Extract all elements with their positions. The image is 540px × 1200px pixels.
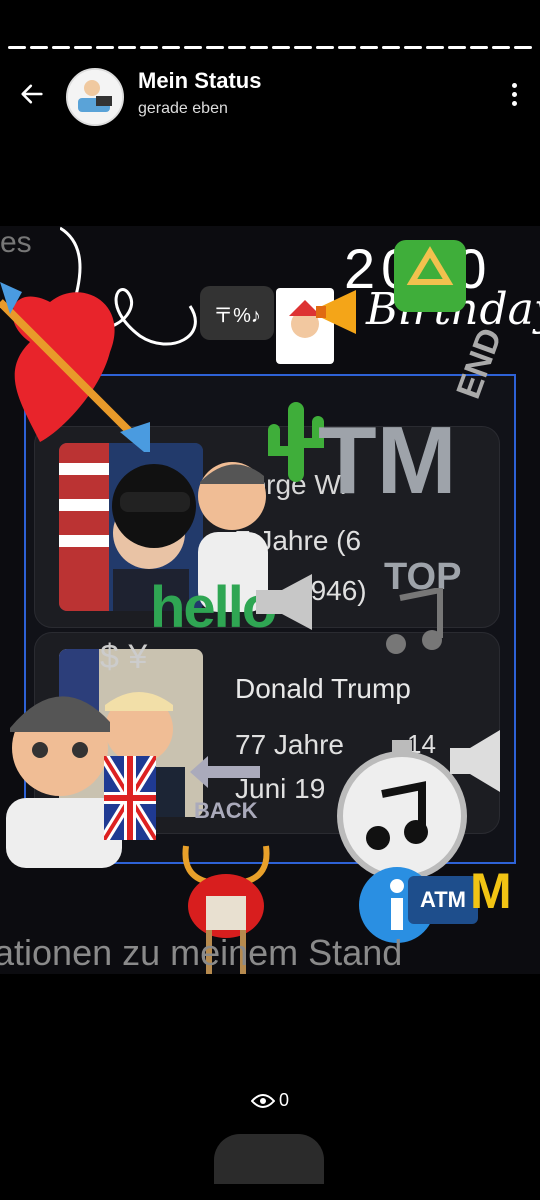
symbols-emoji: 〒%♪ — [200, 286, 274, 340]
status-image: es 2000 Birthday eorge W. 7 Jahre (6 194… — [0, 226, 540, 974]
back-arrow-icon — [190, 756, 260, 788]
heart-arrow-icon — [0, 282, 150, 452]
views-counter[interactable]: 0 — [0, 1090, 540, 1111]
reply-button[interactable] — [214, 1134, 324, 1184]
page-title: Mein Status — [138, 68, 262, 93]
recycle-icon — [394, 240, 466, 312]
loudspeaker-icon — [450, 730, 500, 792]
back-button[interactable] — [14, 76, 50, 112]
eye-icon — [250, 1093, 275, 1108]
music-notes-icon — [386, 588, 443, 654]
money-symbols: $ ¥ — [100, 638, 148, 676]
avatar-image — [68, 70, 122, 124]
megaphone-icon — [316, 290, 356, 334]
corner-text: es — [0, 226, 32, 259]
avatar[interactable] — [66, 68, 124, 126]
more-options-button[interactable] — [504, 78, 524, 110]
status-progress-bar — [8, 46, 532, 50]
uk-flag-icon — [104, 756, 156, 840]
status-header: Mein Status gerade eben — [0, 60, 540, 130]
arrow-left-icon — [21, 84, 43, 104]
tm-text: TM — [318, 407, 457, 514]
contact-name: Donald Trump — [235, 673, 411, 704]
more-vertical-icon — [511, 82, 517, 88]
status-timestamp: gerade eben — [138, 100, 228, 117]
speaker-icon — [256, 574, 312, 630]
views-count: 0 — [278, 1090, 289, 1110]
atm-text: ATM — [408, 876, 478, 924]
back-text: BACK — [194, 798, 258, 823]
status-caption: ationen zu meinem Stand — [0, 932, 403, 973]
m-symbol: M — [470, 863, 512, 919]
